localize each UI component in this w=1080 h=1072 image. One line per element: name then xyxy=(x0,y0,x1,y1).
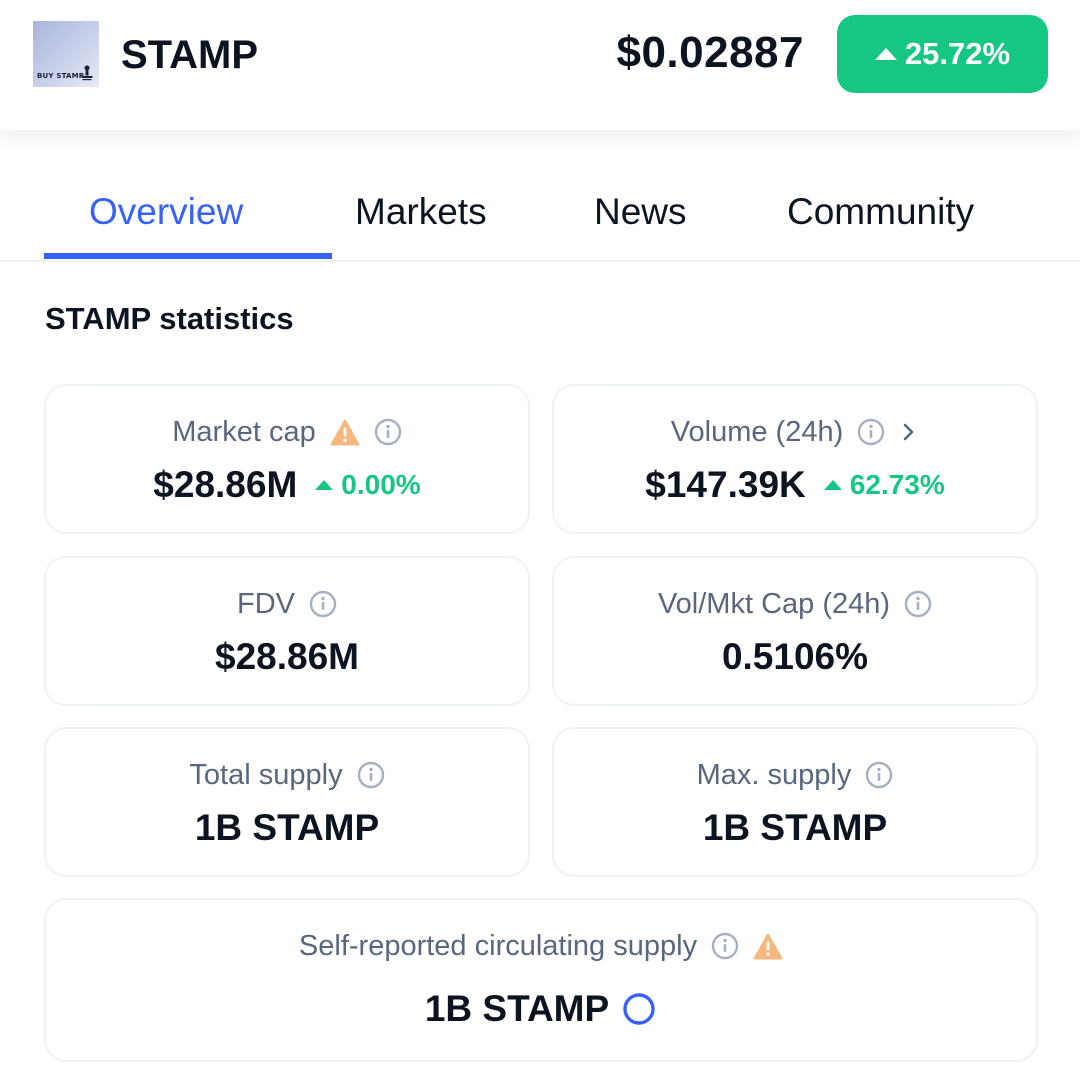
total-supply-label: Total supply xyxy=(189,758,343,791)
chevron-right-icon[interactable] xyxy=(899,420,919,444)
total-supply-card: Total supply 1B STAMP xyxy=(44,727,530,877)
tab-overview[interactable]: Overview xyxy=(89,190,243,234)
volume-value: $147.39K xyxy=(645,464,806,505)
info-circle-icon[interactable] xyxy=(711,932,739,960)
price-change-badge: 25.72% xyxy=(837,15,1048,93)
warning-triangle-icon[interactable] xyxy=(753,933,783,960)
circulating-supply-label: Self-reported circulating supply xyxy=(298,929,698,962)
circulating-supply-card: Self-reported circulating supply 1B STAM… xyxy=(44,898,1038,1062)
info-circle-icon[interactable] xyxy=(357,761,385,789)
info-circle-icon[interactable] xyxy=(309,590,337,618)
volume-card[interactable]: Volume (24h) $147.39K 62.73% xyxy=(552,384,1038,534)
fdv-card: FDV $28.86M xyxy=(44,556,530,706)
market-cap-change-value: 0.00% xyxy=(341,469,421,500)
stamp-figure-icon xyxy=(81,65,93,81)
total-supply-value: 1B STAMP xyxy=(194,807,380,848)
info-circle-icon[interactable] xyxy=(904,590,932,618)
volume-change-value: 62.73% xyxy=(849,469,945,500)
info-circle-icon[interactable] xyxy=(374,418,402,446)
triangle-up-icon xyxy=(874,48,897,60)
tab-community[interactable]: Community xyxy=(787,190,974,234)
volume-change: 62.73% xyxy=(823,469,945,501)
logo-text: BUY STAMP xyxy=(37,72,85,80)
market-cap-value: $28.86M xyxy=(153,464,298,505)
info-circle-icon[interactable] xyxy=(857,418,885,446)
market-cap-card: Market cap $28.86M 0.00% xyxy=(44,384,530,534)
max-supply-card: Max. supply 1B STAMP xyxy=(552,727,1038,877)
circulating-supply-value: 1B STAMP xyxy=(424,988,610,1029)
warning-triangle-icon[interactable] xyxy=(330,419,360,446)
tab-bar: Overview Markets News Community xyxy=(0,150,1080,262)
info-circle-icon[interactable] xyxy=(865,761,893,789)
volume-label: Volume (24h) xyxy=(670,415,844,448)
tab-news[interactable]: News xyxy=(594,190,687,234)
tab-markets[interactable]: Markets xyxy=(355,190,487,234)
triangle-up-icon xyxy=(315,480,334,490)
vol-mkt-cap-value: 0.5106% xyxy=(721,636,869,677)
vol-mkt-cap-card: Vol/Mkt Cap (24h) 0.5106% xyxy=(552,556,1038,706)
max-supply-value: 1B STAMP xyxy=(702,807,888,848)
coin-header: BUY STAMP STAMP $0.02887 25.72% xyxy=(0,0,1080,130)
active-tab-indicator xyxy=(44,253,332,259)
coin-name: STAMP xyxy=(121,33,259,77)
fdv-value: $28.86M xyxy=(215,636,359,677)
fdv-label: FDV xyxy=(237,587,295,620)
triangle-up-icon xyxy=(823,480,842,490)
price-change-value: 25.72% xyxy=(904,36,1011,71)
max-supply-label: Max. supply xyxy=(696,758,852,791)
coin-price: $0.02887 xyxy=(616,28,804,77)
market-cap-label: Market cap xyxy=(172,415,316,448)
coin-logo: BUY STAMP xyxy=(33,21,99,87)
market-cap-change: 0.00% xyxy=(315,469,421,501)
statistics-title: STAMP statistics xyxy=(45,301,294,336)
vol-mkt-cap-label: Vol/Mkt Cap (24h) xyxy=(657,587,891,620)
circle-progress-icon[interactable] xyxy=(621,991,657,1027)
